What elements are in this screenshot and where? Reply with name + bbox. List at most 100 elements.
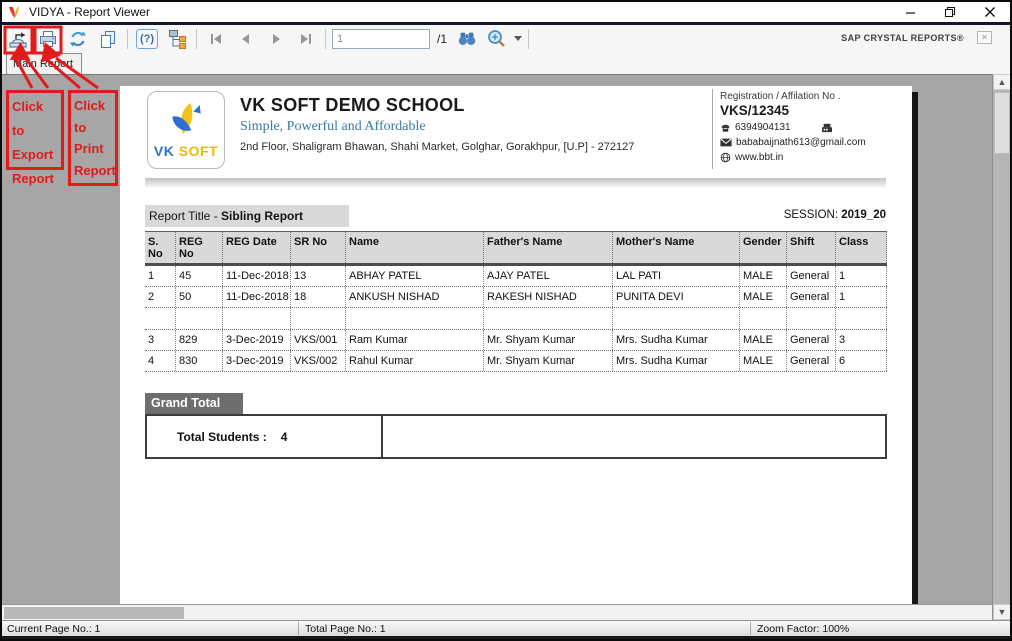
first-page-button[interactable] bbox=[203, 26, 229, 52]
table-header-cell: S. No bbox=[145, 232, 176, 263]
session-label: SESSION: bbox=[783, 209, 842, 221]
school-name: VK SOFT DEMO SCHOOL bbox=[240, 95, 465, 115]
table-row: 3 829 3-Dec-2019 VKS/001 Ram Kumar Mr. S… bbox=[145, 330, 887, 351]
table-cell: AJAY PATEL bbox=[484, 266, 613, 286]
table-cell: MALE bbox=[740, 351, 787, 371]
table-header-cell: Gender bbox=[740, 232, 787, 263]
close-icon bbox=[985, 7, 995, 17]
scroll-down-button[interactable]: ▼ bbox=[993, 604, 1010, 620]
table-cell: ABHAY PATEL bbox=[346, 266, 484, 286]
logo-bird-icon bbox=[172, 102, 201, 134]
table-header-cell: Mother's Name bbox=[613, 232, 740, 263]
scroll-up-button[interactable]: ▲ bbox=[993, 74, 1010, 90]
table-cell: Rahul Kumar bbox=[346, 351, 484, 371]
last-page-icon bbox=[301, 33, 311, 44]
prev-page-button[interactable] bbox=[233, 26, 259, 52]
status-zoom-factor: Zoom Factor: 100% bbox=[757, 623, 850, 635]
table-cell bbox=[613, 308, 740, 329]
refresh-button[interactable] bbox=[65, 26, 91, 52]
horizontal-scrollbar[interactable] bbox=[2, 604, 992, 620]
report-title-name: Sibling Report bbox=[221, 209, 304, 223]
table-cell: 18 bbox=[291, 287, 346, 307]
registration-number: VKS/12345 bbox=[720, 103, 790, 118]
status-bar: Current Page No.: 1 Total Page No.: 1 Zo… bbox=[2, 620, 1010, 636]
report-title-prefix: Report Title - bbox=[149, 209, 222, 223]
zoom-button[interactable] bbox=[484, 26, 510, 52]
school-address: 2nd Floor, Shaligram Bhawan, Shahi Marke… bbox=[240, 141, 635, 153]
table-cell: Ram Kumar bbox=[346, 330, 484, 350]
fax-icon bbox=[821, 123, 832, 132]
tab-strip: Main Report bbox=[2, 52, 1010, 74]
table-cell: Mr. Shyam Kumar bbox=[484, 351, 613, 371]
minimize-icon bbox=[905, 11, 915, 14]
toolbar-separator bbox=[127, 28, 128, 49]
copy-icon bbox=[101, 30, 115, 48]
export-button[interactable] bbox=[5, 26, 31, 52]
table-cell bbox=[836, 308, 887, 329]
minimize-button[interactable] bbox=[890, 2, 930, 22]
toolbar-separator bbox=[325, 28, 326, 49]
email-row: bababaijnath613@gmail.com bbox=[720, 137, 905, 148]
window-bottom-edge bbox=[2, 636, 1010, 639]
next-page-button[interactable] bbox=[263, 26, 289, 52]
refresh-icon bbox=[70, 31, 86, 46]
help-button[interactable]: (?) bbox=[134, 26, 160, 52]
copy-button[interactable] bbox=[95, 26, 121, 52]
table-header-cell: Father's Name bbox=[484, 232, 613, 263]
prev-page-icon bbox=[242, 33, 249, 44]
table-cell: MALE bbox=[740, 287, 787, 307]
phone-row: 6394904131 bbox=[720, 122, 905, 133]
table-cell: VKS/001 bbox=[291, 330, 346, 350]
group-tree-button[interactable] bbox=[164, 26, 190, 52]
page-number-input[interactable] bbox=[332, 28, 430, 49]
zoom-dropdown-caret-icon[interactable] bbox=[514, 36, 523, 41]
table-cell bbox=[223, 308, 291, 329]
table-cell: 11-Dec-2018 bbox=[223, 266, 291, 286]
table-cell: VKS/002 bbox=[291, 351, 346, 371]
status-total-page: Total Page No.: 1 bbox=[305, 623, 386, 635]
restore-button[interactable] bbox=[930, 2, 970, 22]
close-button[interactable] bbox=[970, 2, 1010, 22]
export-icon bbox=[9, 32, 27, 48]
table-cell: 4 bbox=[145, 351, 176, 371]
toolbar-separator bbox=[196, 28, 197, 49]
logo-text-soft: SOFT bbox=[178, 142, 219, 159]
phone-icon bbox=[721, 124, 730, 132]
table-cell: Mr. Shyam Kumar bbox=[484, 330, 613, 350]
table-cell: 45 bbox=[176, 266, 223, 286]
horizontal-scroll-thumb[interactable] bbox=[4, 607, 184, 619]
find-button[interactable] bbox=[454, 26, 480, 52]
restore-icon bbox=[945, 7, 955, 17]
table-header-cell: REG No bbox=[176, 232, 223, 263]
table-cell: RAKESH NISHAD bbox=[484, 287, 613, 307]
total-students-label: Total Students : bbox=[177, 429, 267, 444]
school-tagline: Simple, Powerful and Affordable bbox=[240, 119, 426, 134]
toolbar: (?) /1 bbox=[2, 25, 1010, 52]
table-cell bbox=[291, 308, 346, 329]
report-table: S. No REG No REG Date SR No Name Father'… bbox=[145, 231, 887, 372]
vertical-scrollbar[interactable]: ▲ ▼ bbox=[992, 74, 1010, 620]
table-header-cell: SR No bbox=[291, 232, 346, 263]
table-cell: 13 bbox=[291, 266, 346, 286]
table-cell: General bbox=[787, 266, 836, 286]
table-cell: 3-Dec-2019 bbox=[223, 330, 291, 350]
email-icon bbox=[720, 138, 732, 147]
logo-text: VK SOFT bbox=[154, 143, 218, 159]
grand-total-label: Grand Total bbox=[145, 393, 243, 414]
table-header-row: S. No REG No REG Date SR No Name Father'… bbox=[145, 231, 887, 266]
table-cell: LAL PATI bbox=[613, 266, 740, 286]
session-value: 2019_20 bbox=[841, 209, 886, 221]
print-button[interactable] bbox=[35, 26, 61, 52]
table-cell bbox=[346, 308, 484, 329]
header-vertical-divider bbox=[712, 89, 713, 169]
table-cell: 3 bbox=[836, 330, 887, 350]
table-cell: 830 bbox=[176, 351, 223, 371]
vertical-scroll-thumb[interactable] bbox=[994, 92, 1010, 154]
broken-image-icon: ✕ bbox=[977, 31, 992, 44]
crystal-reports-brand: SAP CRYSTAL REPORTS® bbox=[841, 33, 964, 43]
email-address: bababaijnath613@gmail.com bbox=[736, 137, 866, 148]
report-viewer-area: VK SOFT VK SOFT DEMO SCHOOL Simple, Powe… bbox=[2, 74, 1010, 604]
last-page-button[interactable] bbox=[293, 26, 319, 52]
table-cell bbox=[787, 308, 836, 329]
tab-main-report[interactable]: Main Report bbox=[6, 53, 82, 74]
